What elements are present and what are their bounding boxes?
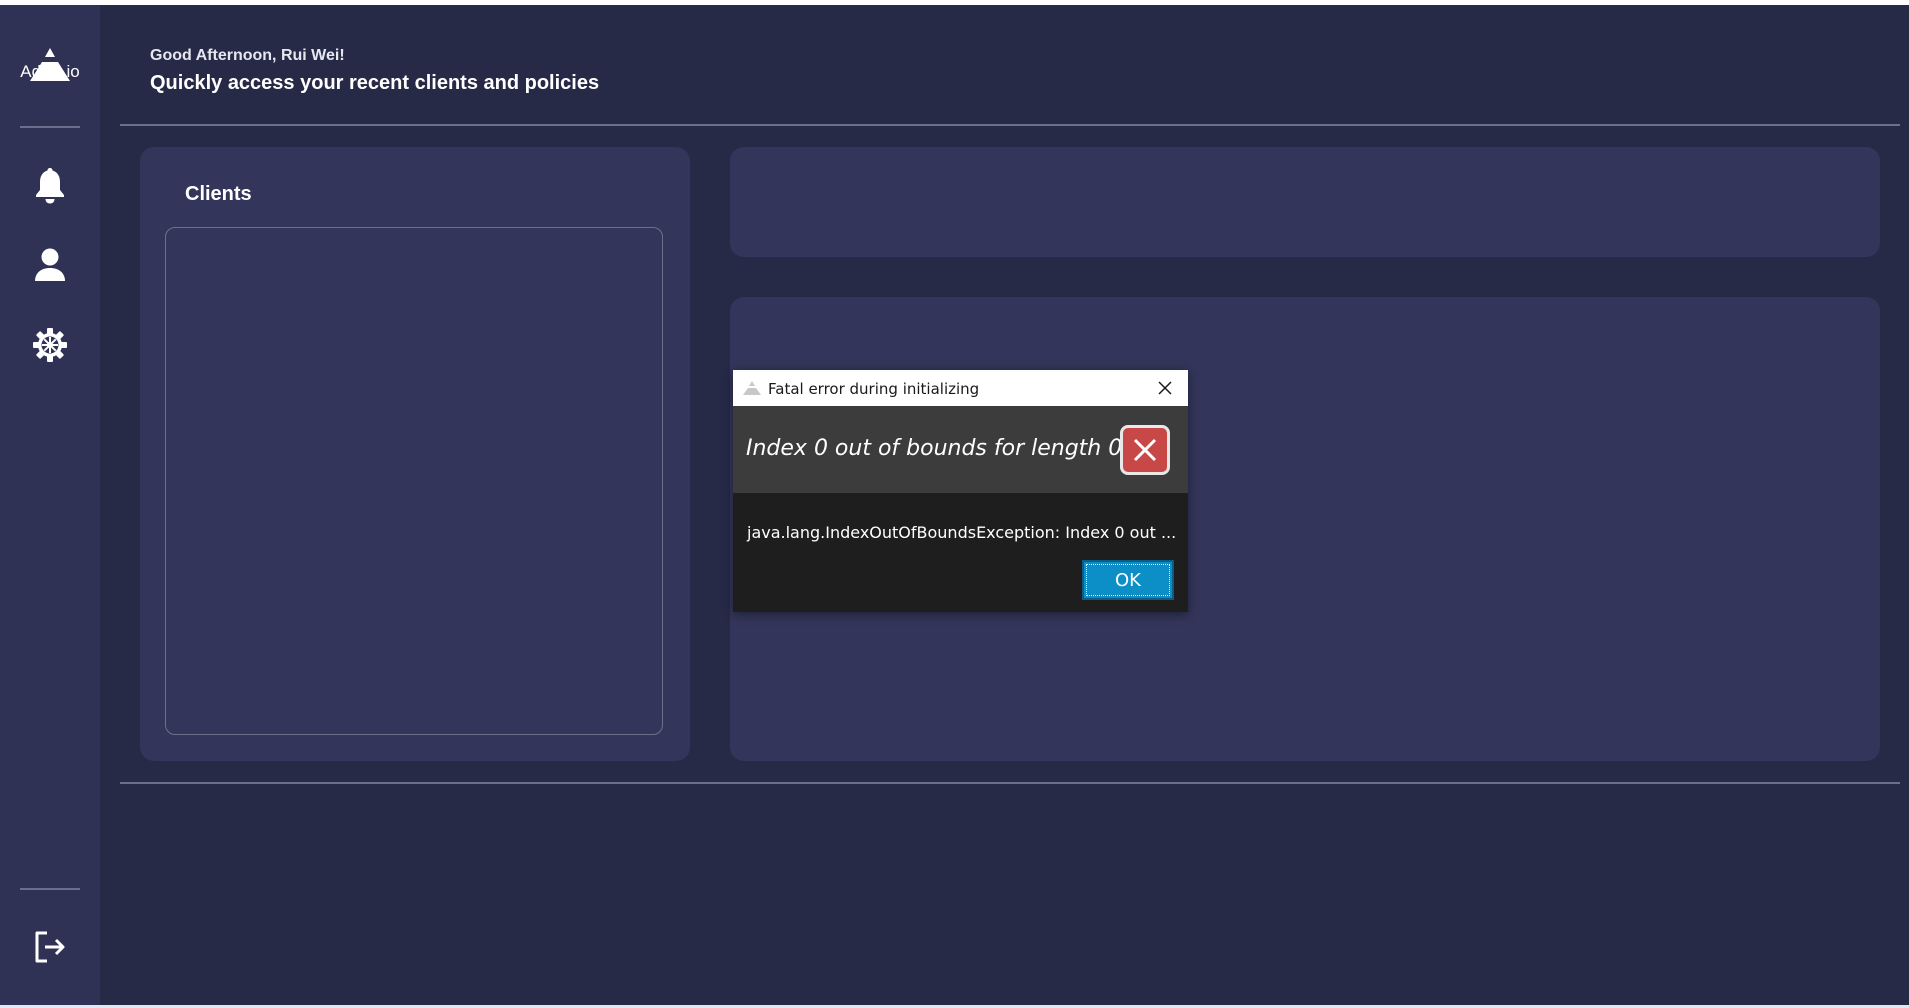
sidebar-item-settings[interactable] xyxy=(30,325,70,365)
content-divider xyxy=(120,782,1900,784)
dialog-titlebar[interactable]: Fatal error during initializing xyxy=(733,370,1188,406)
sidebar-divider-bottom xyxy=(20,888,80,890)
error-cross-icon xyxy=(1133,438,1157,462)
logo-text: Advis.io xyxy=(20,62,80,81)
error-dialog: Fatal error during initializing Index 0 … xyxy=(733,370,1188,612)
logout-button[interactable] xyxy=(30,927,70,967)
page-subtitle: Quickly access your recent clients and p… xyxy=(150,72,600,94)
sidebar-item-notifications[interactable] xyxy=(30,165,70,205)
sidebar: Advis.io xyxy=(0,5,100,1005)
greeting-text: Good Afternoon, Rui Wei! xyxy=(150,47,345,64)
dialog-title: Fatal error during initializing xyxy=(768,380,980,398)
sidebar-divider-top xyxy=(20,126,80,128)
clients-panel-title: Clients xyxy=(185,183,252,205)
error-x-icon xyxy=(1120,425,1170,475)
sidebar-item-profile[interactable] xyxy=(30,245,70,285)
ok-button[interactable]: OK xyxy=(1082,560,1174,600)
logout-icon xyxy=(35,931,65,963)
error-heading: Index 0 out of bounds for length 0 xyxy=(746,436,1123,461)
error-message: java.lang.IndexOutOfBoundsException: Ind… xyxy=(747,523,1177,542)
clients-list[interactable] xyxy=(165,227,663,735)
bell-icon xyxy=(36,168,64,204)
clients-panel: Clients xyxy=(140,147,690,761)
header-divider xyxy=(120,124,1900,126)
dialog-close-button[interactable] xyxy=(1150,374,1180,402)
summary-panel xyxy=(730,147,1880,257)
app-logo-icon xyxy=(743,381,761,395)
dialog-header: Index 0 out of bounds for length 0 xyxy=(733,406,1188,493)
gear-icon xyxy=(33,328,67,362)
app-logo[interactable]: Advis.io xyxy=(18,45,82,91)
user-icon xyxy=(35,248,65,281)
close-icon xyxy=(1158,381,1172,395)
